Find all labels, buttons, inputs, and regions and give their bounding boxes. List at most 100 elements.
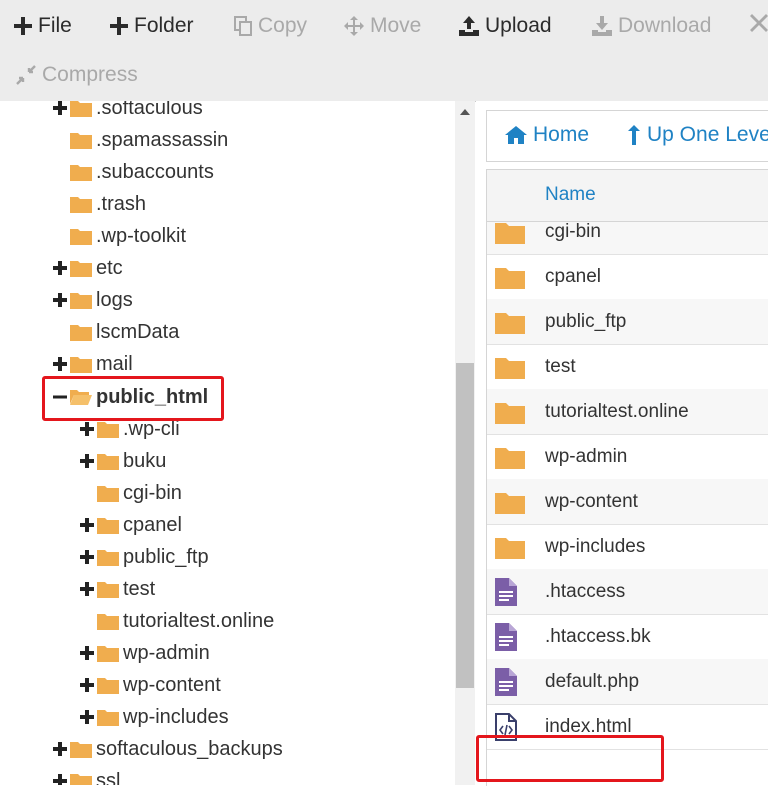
expand-plus-icon[interactable] (79, 645, 95, 661)
folder-icon (97, 550, 119, 566)
folder-icon (97, 614, 119, 630)
file-name: wp-includes (545, 535, 646, 557)
folder-icon (97, 582, 119, 598)
upload-button[interactable]: Upload (459, 14, 552, 38)
tree-item-label: wp-includes (123, 705, 229, 728)
up-one-level-button[interactable]: Up One Leve (627, 123, 768, 147)
tree-item[interactable]: .wp-toolkit (52, 220, 186, 252)
compress-label: Compress (42, 63, 138, 86)
toolbar: File Folder Copy Move Upload Download Co… (0, 0, 768, 102)
file-row[interactable]: .htaccess.bk (487, 614, 768, 660)
scroll-thumb[interactable] (456, 363, 474, 688)
tree-item[interactable]: .softaculous (52, 101, 203, 124)
folder-icon (70, 293, 92, 309)
file-row[interactable]: tutorialtest.online (487, 389, 768, 435)
folder-icon (97, 454, 119, 470)
expand-plus-icon[interactable] (79, 453, 95, 469)
file-name: .htaccess (545, 580, 626, 602)
folder-icon (495, 357, 525, 379)
tree-scrollbar[interactable] (455, 101, 475, 785)
tree-item-label: etc (96, 256, 123, 279)
new-file-button[interactable]: File (14, 14, 72, 38)
expand-plus-icon[interactable] (52, 260, 68, 276)
expand-plus-icon[interactable] (79, 677, 95, 693)
expand-plus-icon[interactable] (52, 356, 68, 372)
tree-item[interactable]: tutorialtest.online (79, 605, 274, 637)
tree-item[interactable]: test (79, 573, 155, 605)
copy-button[interactable]: Copy (234, 14, 307, 38)
tree-item-label: .wp-toolkit (96, 224, 187, 247)
folder-icon (70, 742, 92, 758)
highlight-index-html (476, 735, 664, 782)
tree-item-label: wp-admin (123, 641, 210, 664)
file-name: public_ftp (545, 310, 627, 332)
home-button[interactable]: Home (505, 123, 589, 147)
download-button[interactable]: Download (592, 14, 711, 38)
file-icon (495, 577, 517, 606)
file-row[interactable]: test (487, 344, 768, 390)
column-header-name[interactable]: Name (545, 184, 596, 206)
upload-label: Upload (485, 14, 552, 37)
tree-item-label: test (123, 577, 156, 600)
highlight-public-html (42, 376, 224, 421)
file-row[interactable]: public_ftp (487, 299, 768, 345)
expand-plus-icon[interactable] (52, 101, 68, 116)
folder-icon (495, 402, 525, 424)
expand-plus-icon[interactable] (79, 517, 95, 533)
compress-button[interactable]: Compress (16, 63, 138, 87)
tree-item[interactable]: softaculous_backups (52, 733, 283, 765)
folder-icon (70, 197, 92, 213)
file-row[interactable]: cpanel (487, 254, 768, 300)
tree-item[interactable]: buku (79, 445, 166, 477)
expand-plus-icon[interactable] (79, 581, 95, 597)
expand-plus-icon[interactable] (52, 773, 68, 785)
move-button[interactable]: Move (344, 14, 421, 38)
expand-plus-icon[interactable] (79, 709, 95, 725)
tree-item[interactable]: public_ftp (79, 541, 209, 573)
file-list: bukucgi-bincpanelpublic_ftptesttutorialt… (486, 169, 768, 786)
tree-item[interactable]: .subaccounts (52, 156, 214, 188)
tree-item[interactable]: logs (52, 284, 133, 316)
tree-item[interactable]: ssl (52, 765, 120, 785)
folder-icon (495, 537, 525, 559)
folder-icon (97, 422, 119, 438)
file-name: .htaccess.bk (545, 625, 651, 647)
folder-icon (70, 229, 92, 245)
file-name: cpanel (545, 265, 601, 287)
tree-item[interactable]: cpanel (79, 509, 182, 541)
file-row[interactable]: wp-content (487, 479, 768, 525)
file-row[interactable]: default.php (487, 659, 768, 705)
expand-plus-icon[interactable] (52, 741, 68, 757)
tree-item-label: softaculous_backups (96, 737, 283, 760)
tree-item[interactable]: etc (52, 252, 123, 284)
tree-item[interactable]: wp-admin (79, 637, 210, 669)
tree-item[interactable]: wp-includes (79, 701, 229, 733)
download-icon (592, 16, 612, 36)
tree-item-label: .trash (96, 192, 147, 215)
folder-icon (97, 678, 119, 694)
expand-plus-icon[interactable] (79, 421, 95, 437)
folder-icon (495, 492, 525, 514)
folder-icon (97, 518, 119, 534)
file-row[interactable]: wp-includes (487, 524, 768, 570)
folder-icon (97, 710, 119, 726)
tree-item[interactable]: lscmData (52, 316, 179, 348)
expand-plus-icon[interactable] (79, 549, 95, 565)
tree-item[interactable]: wp-content (79, 669, 221, 701)
folder-icon (495, 447, 525, 469)
tree-item[interactable]: .spamassassin (52, 124, 228, 156)
new-folder-button[interactable]: Folder (110, 14, 194, 38)
file-row[interactable]: wp-admin (487, 434, 768, 480)
level-up-icon (628, 125, 640, 145)
expand-plus-icon[interactable] (52, 292, 68, 308)
file-row[interactable]: .htaccess (487, 569, 768, 615)
delete-button[interactable] (750, 14, 768, 32)
upload-icon (459, 16, 479, 36)
tree-item[interactable]: cgi-bin (79, 477, 182, 509)
tree-item-label: wp-content (123, 673, 221, 696)
list-header: Name (487, 170, 768, 222)
scroll-up-arrow-icon[interactable] (460, 109, 470, 115)
tree-item-label: .subaccounts (96, 160, 214, 183)
close-icon (750, 14, 768, 32)
tree-item[interactable]: .trash (52, 188, 146, 220)
